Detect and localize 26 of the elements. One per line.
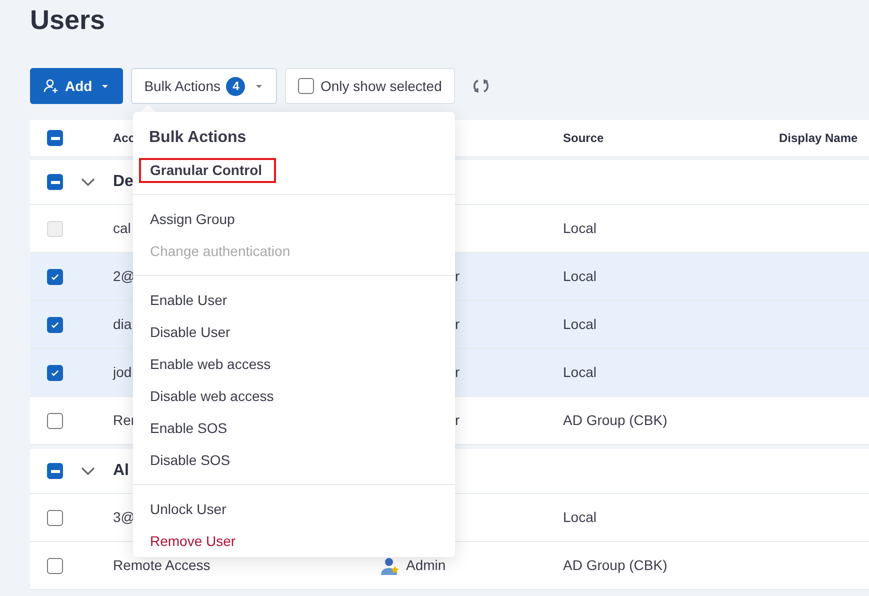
table-cell-text: Local bbox=[563, 315, 596, 334]
table-cell-text: jod bbox=[113, 363, 132, 382]
table-cell-text: Local bbox=[563, 508, 596, 527]
table-cell-text: AD Group (CBK) bbox=[563, 556, 668, 575]
table-cell-text: AD Group (CBK) bbox=[563, 411, 668, 430]
table-cell-text: Remote Access bbox=[113, 556, 210, 575]
menu-title: Bulk Actions bbox=[148, 128, 248, 148]
table-cell-text: Rer bbox=[113, 411, 136, 430]
table-cell-text: r bbox=[455, 267, 460, 286]
table-cell-text: r bbox=[455, 411, 460, 430]
count-badge: 4 bbox=[226, 76, 246, 96]
table-cell-text: r bbox=[455, 315, 460, 334]
column-header: Source bbox=[563, 130, 604, 147]
table-cell-text: dia bbox=[113, 315, 132, 334]
table-cell-text: r bbox=[455, 363, 460, 382]
column-header: Display Name bbox=[779, 130, 858, 147]
table-cell-text: Local bbox=[563, 219, 596, 238]
page-title: Users bbox=[30, 4, 106, 37]
table-cell-text: Local bbox=[563, 267, 596, 286]
table-cell-text: cal bbox=[113, 219, 131, 238]
group-name: De bbox=[113, 172, 134, 192]
table-cell-text: 2@ bbox=[113, 267, 135, 286]
table-cell-text: Admin bbox=[406, 556, 446, 575]
table-cell-text: Local bbox=[563, 363, 596, 382]
table-cell-text: 3@ bbox=[113, 508, 135, 527]
group-name: Al bbox=[113, 461, 129, 481]
